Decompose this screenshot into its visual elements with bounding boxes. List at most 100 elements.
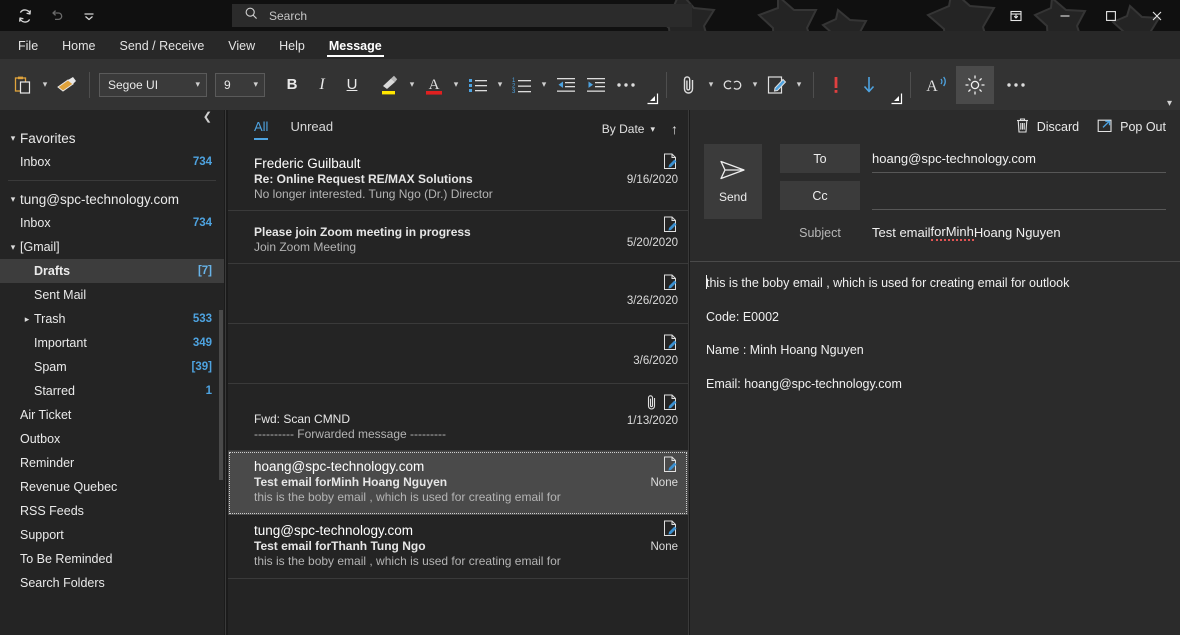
sort-ascending-icon[interactable]: ↑ <box>671 121 678 137</box>
table-row[interactable]: Fwd: Scan CMND ---------- Forwarded mess… <box>228 384 688 451</box>
high-importance-icon[interactable] <box>821 68 851 102</box>
undo-icon[interactable] <box>42 3 72 29</box>
low-importance-icon[interactable] <box>851 68 887 102</box>
sort-by-dropdown[interactable]: By Date ▾ <box>602 122 655 136</box>
pop-out-button[interactable]: Pop Out <box>1097 118 1166 137</box>
folder-pane-scrollbar[interactable] <box>219 310 223 480</box>
restore-down-icon[interactable] <box>990 0 1042 31</box>
chevron-right-icon[interactable]: ▸ <box>20 314 34 325</box>
collapse-pane-icon[interactable]: ❮ <box>203 110 212 123</box>
format-painter-icon[interactable] <box>52 68 82 102</box>
tab-help[interactable]: Help <box>267 36 317 59</box>
bullet-list-icon[interactable] <box>463 68 493 102</box>
sidebar-item-sent-mail[interactable]: Sent Mail <box>0 283 224 307</box>
highlight-chevron-down-icon[interactable]: ▾ <box>405 68 419 102</box>
numbering-chevron-down-icon[interactable]: ▾ <box>537 68 551 102</box>
sidebar-item-support[interactable]: Support <box>0 523 224 547</box>
tab-file[interactable]: File <box>6 36 50 59</box>
message-date: 1/13/2020 <box>626 415 678 427</box>
chevron-down-icon[interactable] <box>74 3 104 29</box>
body-line-1: this is the boby email , which is used f… <box>706 276 1070 290</box>
filter-unread[interactable]: Unread <box>290 119 333 139</box>
font-family-select[interactable]: Segoe UI ▾ <box>99 72 207 97</box>
sync-icon[interactable] <box>10 3 40 29</box>
basic-text-dialog-launcher[interactable] <box>641 68 659 104</box>
bold-button[interactable]: B <box>277 68 307 102</box>
table-row[interactable]: 3/6/2020 <box>228 324 688 384</box>
more-commands-icon[interactable] <box>994 68 1038 102</box>
search-input[interactable]: Search <box>232 4 692 27</box>
send-button[interactable]: Send <box>704 144 762 219</box>
sidebar-item-spam[interactable]: Spam [39] <box>0 355 224 379</box>
table-row[interactable]: hoang@spc-technology.com Test email forM… <box>228 451 688 515</box>
signature-icon[interactable] <box>762 68 792 102</box>
font-color-chevron-down-icon[interactable]: ▾ <box>449 68 463 102</box>
underline-button[interactable]: U <box>337 68 367 102</box>
message-icons <box>663 334 678 354</box>
sidebar-item-gmail[interactable]: ▾ [Gmail] <box>0 235 224 259</box>
increase-indent-icon[interactable] <box>581 68 611 102</box>
collapse-ribbon-icon[interactable]: ▾ <box>1167 98 1172 109</box>
attach-file-icon[interactable] <box>674 68 704 102</box>
text-highlight-icon[interactable] <box>375 68 405 102</box>
table-row[interactable]: tung@spc-technology.com Test email forTh… <box>228 515 688 579</box>
paste-icon[interactable] <box>8 68 38 102</box>
folder-list-splitter[interactable] <box>225 110 226 635</box>
table-row[interactable]: Please join Zoom meeting in progress Joi… <box>228 211 688 264</box>
cc-button[interactable]: Cc <box>780 181 860 210</box>
sidebar-item-inbox[interactable]: Inbox 734 <box>0 211 224 235</box>
sidebar-item-trash[interactable]: ▸ Trash 533 <box>0 307 224 331</box>
to-row: To hoang@spc-technology.com <box>780 144 1166 181</box>
link-chevron-down-icon[interactable]: ▾ <box>748 68 762 102</box>
font-color-icon[interactable]: A <box>419 68 449 102</box>
tab-view[interactable]: View <box>216 36 267 59</box>
decrease-indent-icon[interactable] <box>551 68 581 102</box>
cc-row: Cc <box>780 181 1166 218</box>
sidebar-item-important[interactable]: Important 349 <box>0 331 224 355</box>
sidebar-group-account[interactable]: ▾ tung@spc-technology.com <box>0 187 224 211</box>
sidebar-item-rss-feeds[interactable]: RSS Feeds <box>0 499 224 523</box>
subject-field[interactable]: Test email forMinh Hoang Nguyen <box>872 218 1166 247</box>
minimize-icon[interactable] <box>1042 0 1088 31</box>
sidebar-item-air-ticket[interactable]: Air Ticket <box>0 403 224 427</box>
sidebar-item-reminder[interactable]: Reminder <box>0 451 224 475</box>
sidebar-item-search-folders[interactable]: Search Folders <box>0 571 224 595</box>
table-row[interactable]: Frederic Guilbault Re: Online Request RE… <box>228 148 688 211</box>
table-row[interactable]: 3/26/2020 <box>228 264 688 324</box>
cc-field[interactable] <box>872 181 1166 210</box>
message-list-splitter[interactable] <box>688 110 689 635</box>
tags-dialog-launcher[interactable] <box>887 68 903 104</box>
close-icon[interactable] <box>1134 0 1180 31</box>
signature-chevron-down-icon[interactable]: ▾ <box>792 68 806 102</box>
pop-out-icon <box>1097 118 1113 137</box>
compose-fields: To hoang@spc-technology.com Cc Subject T… <box>780 144 1166 255</box>
filter-all[interactable]: All <box>254 119 269 140</box>
read-aloud-icon[interactable]: A <box>918 68 956 102</box>
tab-send-receive[interactable]: Send / Receive <box>108 36 217 59</box>
maximize-icon[interactable] <box>1088 0 1134 31</box>
sidebar-item-drafts[interactable]: Drafts [7] <box>0 259 224 283</box>
tab-message[interactable]: Message <box>317 36 394 59</box>
sidebar-group-favorites[interactable]: ▾ Favorites <box>0 126 224 150</box>
sidebar-item-outbox[interactable]: Outbox <box>0 427 224 451</box>
chevron-down-icon[interactable]: ▾ <box>6 242 20 253</box>
compose-body[interactable]: this is the boby email , which is used f… <box>690 262 1180 393</box>
sidebar-item-revenue-quebec[interactable]: Revenue Quebec <box>0 475 224 499</box>
bullets-chevron-down-icon[interactable]: ▾ <box>493 68 507 102</box>
italic-button[interactable]: I <box>307 68 337 102</box>
sidebar-item-favorites-inbox[interactable]: Inbox 734 <box>0 150 224 174</box>
numbered-list-icon[interactable]: 1 2 3 <box>507 68 537 102</box>
to-button[interactable]: To <box>780 144 860 173</box>
message-date: 9/16/2020 <box>626 174 678 186</box>
insert-link-icon[interactable] <box>718 68 748 102</box>
font-size-select[interactable]: 9 ▾ <box>215 72 265 97</box>
tab-home[interactable]: Home <box>50 36 107 59</box>
sidebar-item-to-be-reminded[interactable]: To Be Reminded <box>0 547 224 571</box>
discard-button[interactable]: Discard <box>1015 117 1079 137</box>
to-field[interactable]: hoang@spc-technology.com <box>872 144 1166 173</box>
sidebar-item-starred[interactable]: Starred 1 <box>0 379 224 403</box>
more-formatting-icon[interactable] <box>611 68 641 102</box>
immersive-reader-icon[interactable] <box>956 65 994 104</box>
paste-options-chevron-down-icon[interactable]: ▾ <box>38 68 52 102</box>
attach-chevron-down-icon[interactable]: ▾ <box>704 68 718 102</box>
